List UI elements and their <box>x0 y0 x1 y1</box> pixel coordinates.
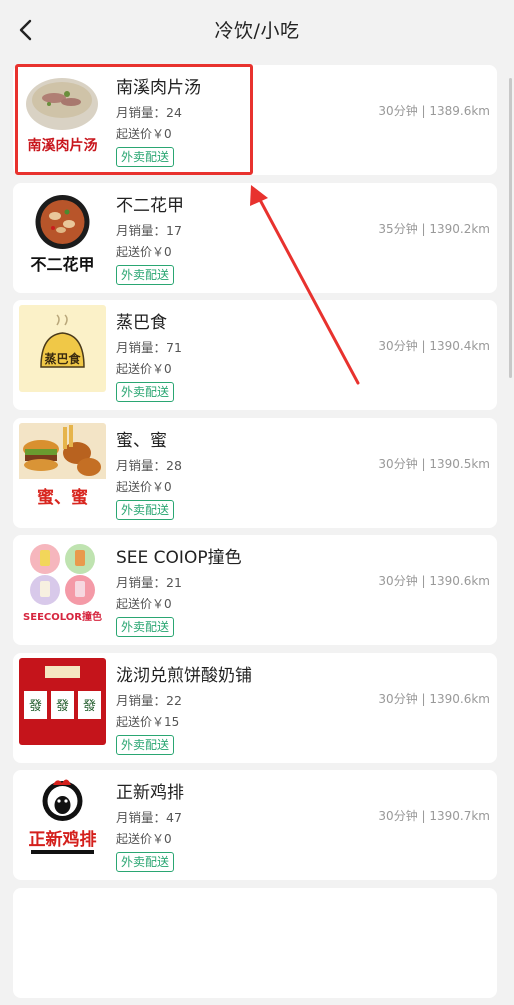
delivery-tag: 外卖配送 <box>116 852 175 872</box>
shop-logo-text: SEECOLOR撞色 <box>23 610 102 623</box>
delivery-tag: 外卖配送 <box>116 264 175 285</box>
min-order-price: 起送价￥0 <box>116 479 172 494</box>
time-distance: 30分钟 | 1390.6km <box>378 691 490 706</box>
delivery-tag: 外卖配送 <box>116 734 175 755</box>
shop-logo-zhengxin: 正新鸡排 <box>19 775 106 862</box>
time-distance: 30分钟 | 1390.4km <box>378 339 490 353</box>
delivery-tag: 外卖配送 <box>116 147 175 167</box>
shop-logo-text: 正新鸡排 <box>29 829 97 850</box>
top-bar: 冷饮/小吃 <box>0 0 514 58</box>
monthly-sales: 月销量：28 <box>116 457 182 473</box>
logo-tile-text: 發 <box>56 699 69 714</box>
shop-card[interactable]: 蜜、蜜 蜜、蜜 月销量：28 起送价￥0 外卖配送 30分钟 | 1390.5k… <box>13 417 497 528</box>
shop-logo-zhengbashi: 蒸巴食 <box>19 305 106 392</box>
monthly-sales: 月销量：71 <box>116 340 182 355</box>
delivery-tag: 外卖配送 <box>116 382 175 402</box>
shop-logo-buer-clam: 不二花甲 <box>19 187 106 275</box>
shop-card[interactable]: 不二花甲 不二花甲 月销量：17 起送价￥0 外卖配送 35分钟 | 1390.… <box>13 182 497 293</box>
min-order-price: 起送价￥15 <box>116 714 180 729</box>
shop-card[interactable]: SEECOLOR撞色 SEE COIOP撞色 月销量：21 起送价￥0 外卖配送… <box>13 535 497 645</box>
monthly-sales: 月销量：17 <box>116 222 182 238</box>
monthly-sales: 月销量：47 <box>116 810 182 825</box>
monthly-sales: 月销量：24 <box>116 105 182 120</box>
shop-card[interactable]: 發 發 發 泷沏兑煎饼酸奶铺 月销量：22 起送价￥15 外卖配送 30分钟 |… <box>13 652 497 763</box>
min-order-price: 起送价￥0 <box>116 127 172 141</box>
shop-logo-text: 蜜、蜜 <box>37 487 88 508</box>
shop-list: 南溪肉片汤 南溪肉片汤 月销量：24 起送价￥0 外卖配送 30分钟 | 138… <box>13 65 497 1005</box>
min-order-price: 起送价￥0 <box>116 832 172 846</box>
time-distance: 30分钟 | 1389.6km <box>378 104 490 118</box>
monthly-sales: 月销量：21 <box>116 575 182 590</box>
shop-logo-longqidui: 發 發 發 <box>19 657 106 745</box>
shop-name: 南溪肉片汤 <box>116 78 201 98</box>
scrollbar[interactable] <box>509 78 512 378</box>
logo-tile-text: 發 <box>29 699 42 714</box>
shop-name: 蒸巴食 <box>116 313 167 333</box>
time-distance: 35分钟 | 1390.2km <box>378 221 490 236</box>
shop-card[interactable]: 正新鸡排 正新鸡排 月销量：47 起送价￥0 外卖配送 30分钟 | 1390.… <box>13 770 497 880</box>
shop-logo-text: 不二花甲 <box>30 255 94 274</box>
min-order-price: 起送价￥0 <box>116 244 172 259</box>
shop-logo-seecolor: SEECOLOR撞色 <box>19 540 106 627</box>
logo-tile-text: 發 <box>83 699 96 714</box>
monthly-sales: 月销量：22 <box>116 692 182 708</box>
shop-card-partial[interactable] <box>13 887 497 998</box>
shop-name: 正新鸡排 <box>116 783 184 803</box>
shop-name: 不二花甲 <box>116 195 184 216</box>
time-distance: 30分钟 | 1390.7km <box>378 809 490 823</box>
shop-name: 泷沏兑煎饼酸奶铺 <box>116 665 252 686</box>
shop-logo-text: 南溪肉片汤 <box>28 137 98 154</box>
shop-name: SEE COIOP撞色 <box>116 548 242 568</box>
time-distance: 30分钟 | 1390.6km <box>378 574 490 588</box>
min-order-price: 起送价￥0 <box>116 597 172 611</box>
shop-logo-text: 蒸巴食 <box>44 351 81 366</box>
shop-logo-nanxi-soup: 南溪肉片汤 <box>19 70 106 157</box>
shop-name: 蜜、蜜 <box>116 430 167 451</box>
time-distance: 30分钟 | 1390.5km <box>378 456 490 471</box>
min-order-price: 起送价￥0 <box>116 362 172 376</box>
shop-logo-mimi: 蜜、蜜 <box>19 422 106 510</box>
delivery-tag: 外卖配送 <box>116 617 175 637</box>
shop-card[interactable]: 南溪肉片汤 南溪肉片汤 月销量：24 起送价￥0 外卖配送 30分钟 | 138… <box>13 65 497 175</box>
delivery-tag: 外卖配送 <box>116 499 175 520</box>
shop-card[interactable]: 蒸巴食 蒸巴食 月销量：71 起送价￥0 外卖配送 30分钟 | 1390.4k… <box>13 300 497 410</box>
page-title: 冷饮/小吃 <box>214 20 300 42</box>
